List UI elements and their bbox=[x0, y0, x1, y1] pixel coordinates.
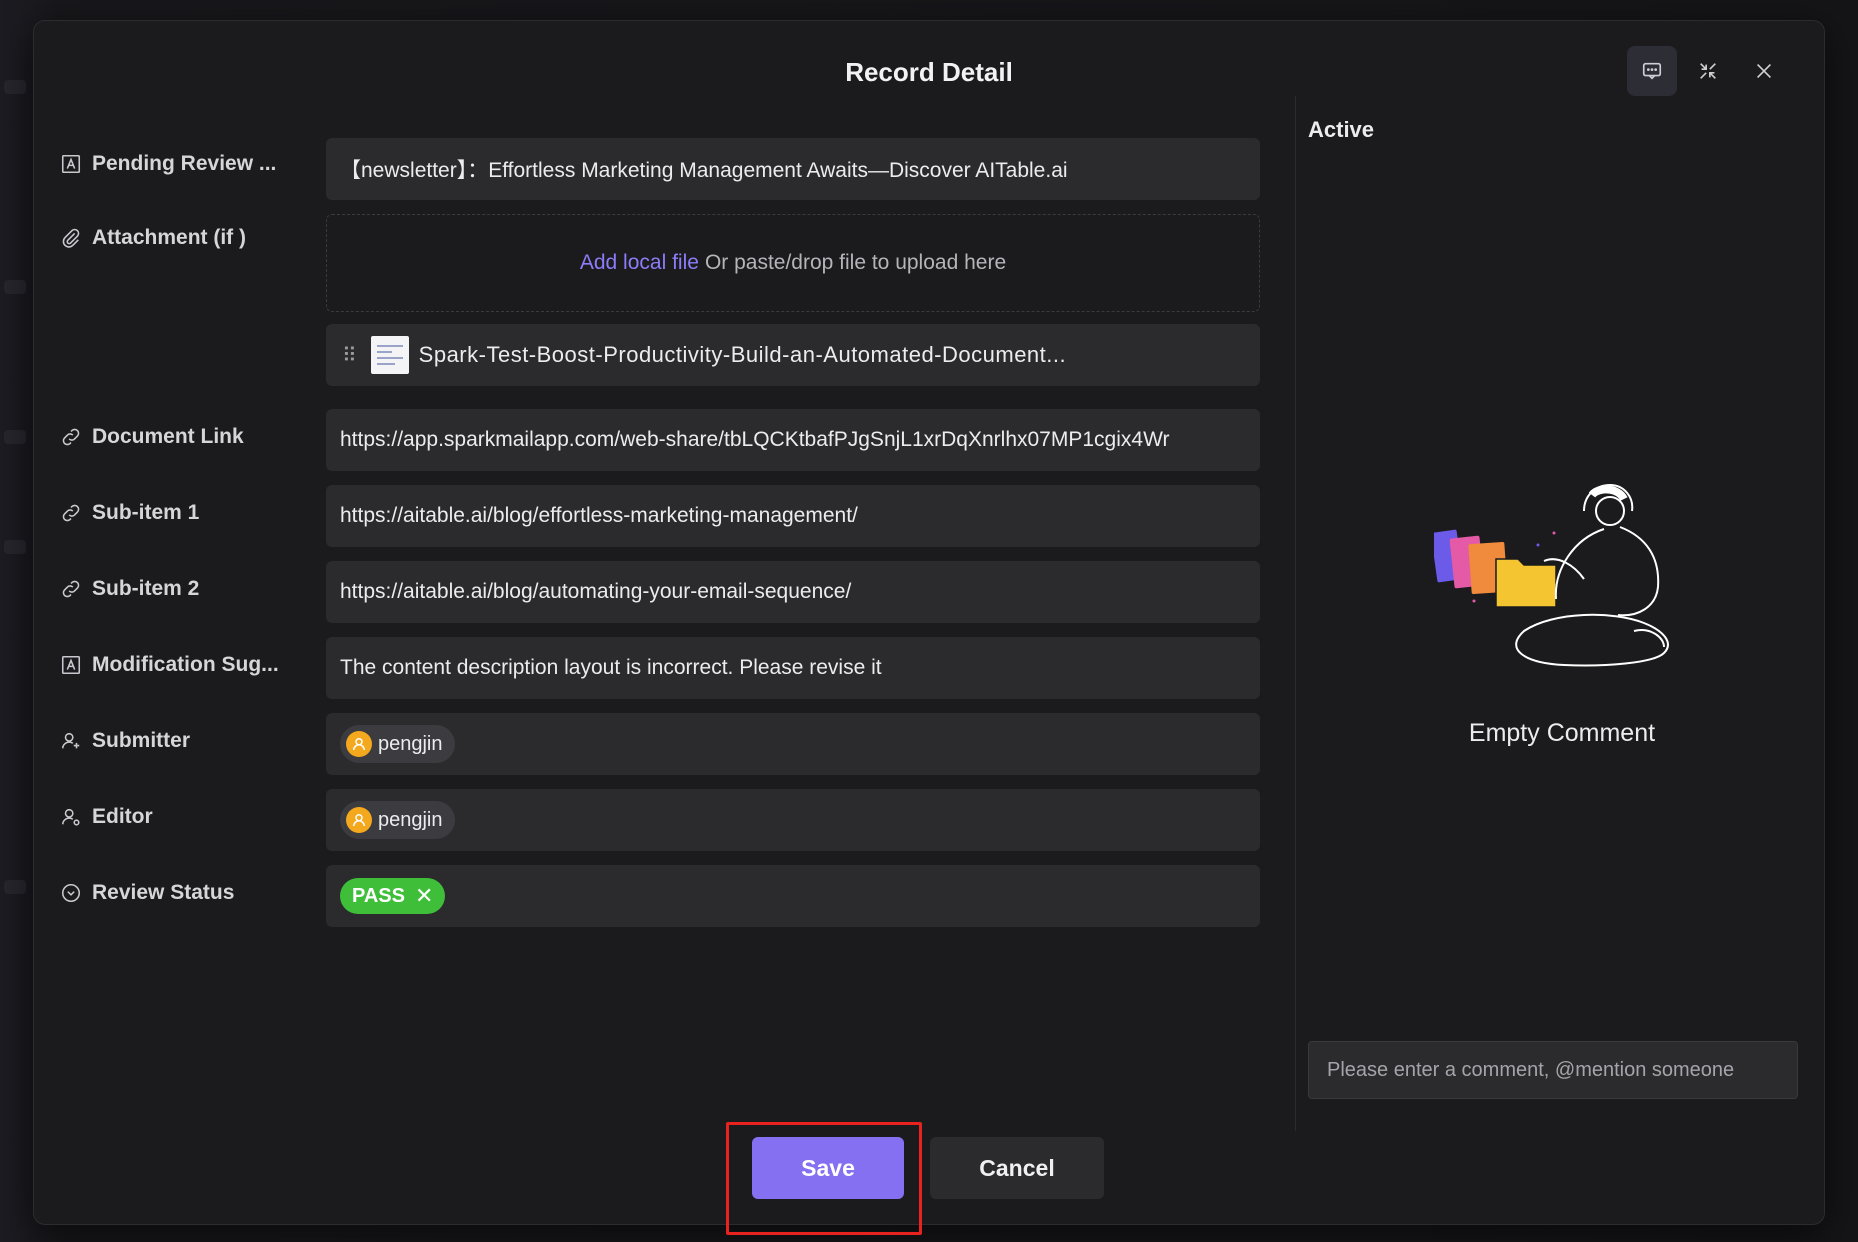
field-label: Sub-item 1 bbox=[60, 501, 199, 525]
status-badge: PASS ✕ bbox=[340, 878, 446, 914]
link-icon bbox=[62, 504, 80, 522]
upload-hint: Or paste/drop file to upload here bbox=[704, 251, 1007, 274]
review-status-field[interactable]: PASS ✕ bbox=[326, 865, 1260, 927]
sub-item-1-field[interactable]: https://aitable.ai/blog/effortless-marke… bbox=[326, 485, 1260, 547]
backdrop-placeholder bbox=[4, 540, 26, 554]
submitter-name: pengjin bbox=[378, 732, 443, 755]
editor-label: Editor bbox=[92, 805, 153, 828]
user-add-icon bbox=[61, 732, 80, 749]
close-icon bbox=[1756, 63, 1772, 79]
status-value: PASS bbox=[352, 884, 405, 907]
field-label: Sub-item 2 bbox=[60, 577, 199, 601]
pending-review-label: Pending Review ... bbox=[92, 152, 277, 175]
single-select-icon bbox=[61, 883, 81, 903]
record-detail-dialog: Record Detail Pending Review ... 【newsle… bbox=[33, 20, 1825, 1235]
document-link-field[interactable]: https://app.sparkmailapp.com/web-share/t… bbox=[326, 409, 1260, 471]
paperclip-icon bbox=[62, 228, 80, 248]
text-field-icon bbox=[61, 655, 81, 675]
add-local-file-link[interactable]: Add local file bbox=[580, 251, 699, 275]
close-button[interactable] bbox=[1739, 46, 1789, 96]
attachment-file-name: Spark-Test-Boost-Productivity-Build-an-A… bbox=[418, 342, 1067, 367]
field-label: Editor bbox=[60, 805, 153, 829]
empty-comment-illustration bbox=[1434, 483, 1669, 667]
text-field-icon bbox=[61, 154, 81, 174]
member-chip[interactable]: pengjin bbox=[340, 801, 455, 839]
user-edit-icon bbox=[61, 808, 80, 826]
panel-divider bbox=[1295, 96, 1296, 1131]
comment-toggle-button[interactable] bbox=[1627, 46, 1677, 96]
upload-dropzone[interactable]: Add local file Or paste/drop file to upl… bbox=[326, 214, 1260, 312]
dialog-toolbar bbox=[1627, 46, 1789, 96]
modification-field[interactable]: The content description layout is incorr… bbox=[326, 637, 1260, 699]
pending-review-field[interactable]: 【newsletter】：Effortless Marketing Manage… bbox=[326, 138, 1260, 200]
sub-item-2-field[interactable]: https://aitable.ai/blog/automating-your-… bbox=[326, 561, 1260, 623]
attachment-label: Attachment (if ) bbox=[92, 226, 246, 249]
sub-item-2-label: Sub-item 2 bbox=[92, 577, 200, 600]
backdrop-placeholder bbox=[4, 880, 26, 894]
file-thumbnail[interactable] bbox=[370, 336, 409, 374]
avatar bbox=[346, 731, 372, 757]
link-icon bbox=[62, 428, 80, 446]
field-label: Document Link bbox=[60, 425, 244, 449]
submitter-field[interactable]: pengjin bbox=[326, 713, 1260, 775]
collapse-button[interactable] bbox=[1683, 46, 1733, 96]
backdrop-placeholder bbox=[4, 80, 26, 94]
user-avatar-icon bbox=[353, 814, 365, 827]
field-label: Review Status bbox=[60, 881, 234, 905]
field-label: Pending Review ... bbox=[60, 152, 276, 176]
field-label: Modification Sug... bbox=[60, 653, 279, 677]
comment-icon bbox=[1642, 62, 1662, 80]
document-link-label: Document Link bbox=[92, 425, 244, 448]
collapse-icon bbox=[1700, 63, 1716, 79]
remove-tag-icon[interactable]: ✕ bbox=[415, 883, 433, 909]
sub-item-1-label: Sub-item 1 bbox=[92, 501, 200, 524]
dialog-title: Record Detail bbox=[845, 57, 1013, 87]
link-icon bbox=[62, 580, 80, 598]
modification-label: Modification Sug... bbox=[92, 653, 279, 676]
submitter-label: Submitter bbox=[92, 729, 191, 752]
empty-comment-text: Empty Comment bbox=[1468, 719, 1656, 747]
field-label: Submitter bbox=[60, 729, 190, 753]
user-avatar-icon bbox=[353, 738, 365, 751]
backdrop-placeholder bbox=[4, 430, 26, 444]
review-status-label: Review Status bbox=[92, 881, 235, 904]
member-chip[interactable]: pengjin bbox=[340, 725, 455, 763]
activity-title: Active bbox=[1308, 117, 1375, 142]
drag-handle-icon[interactable]: ⠿ bbox=[342, 343, 357, 368]
avatar bbox=[346, 807, 372, 833]
cancel-button[interactable]: Cancel bbox=[930, 1137, 1104, 1199]
comment-input[interactable] bbox=[1308, 1041, 1798, 1099]
backdrop-placeholder bbox=[4, 280, 26, 294]
field-label: Attachment (if ) bbox=[60, 226, 246, 250]
editor-name: pengjin bbox=[378, 808, 443, 831]
save-button[interactable]: Save bbox=[752, 1137, 904, 1199]
attachment-item[interactable]: ⠿ Spark-Test-Boost-Productivity-Build-an… bbox=[326, 324, 1260, 386]
editor-field[interactable]: pengjin bbox=[326, 789, 1260, 851]
